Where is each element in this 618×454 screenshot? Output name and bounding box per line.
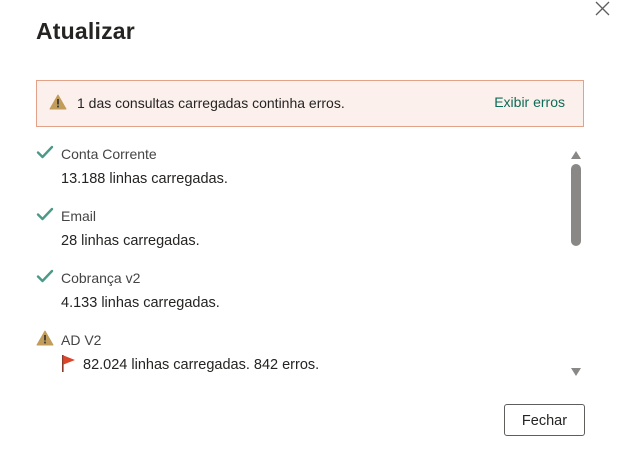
list-item: Email 28 linhas carregadas.	[36, 202, 556, 258]
checkmark-icon	[36, 268, 54, 284]
query-detail: 4.133 linhas carregadas.	[61, 295, 220, 311]
list-item: Cobrança v2 4.133 linhas carregadas.	[36, 264, 556, 320]
view-errors-link[interactable]: Exibir erros	[494, 94, 565, 110]
query-name: Email	[61, 208, 97, 224]
flag-icon	[61, 354, 77, 374]
list-item: AD V2 82.024 linhas carregadas. 842 erro…	[36, 326, 556, 380]
list-scrollbar[interactable]	[568, 145, 584, 377]
warning-icon	[36, 330, 54, 346]
dialog-title: Atualizar	[36, 18, 135, 44]
close-icon[interactable]	[592, 0, 614, 20]
query-detail: 82.024 linhas carregadas. 842 erros.	[83, 357, 320, 373]
query-name: Conta Corrente	[61, 146, 157, 162]
query-detail: 28 linhas carregadas.	[61, 233, 200, 249]
close-button[interactable]: Fechar	[504, 404, 585, 436]
refresh-dialog: Atualizar 1 das consultas carregadas con…	[0, 0, 618, 454]
list-item: Conta Corrente 13.188 linhas carregadas.	[36, 140, 556, 196]
checkmark-icon	[36, 144, 54, 160]
error-banner: 1 das consultas carregadas continha erro…	[36, 80, 584, 127]
query-detail: 13.188 linhas carregadas.	[61, 171, 228, 187]
scroll-up-arrow-icon[interactable]	[570, 147, 582, 159]
query-list: Conta Corrente 13.188 linhas carregadas.…	[36, 140, 560, 380]
warning-icon	[49, 94, 67, 110]
query-name: AD V2	[61, 332, 102, 348]
scrollbar-thumb[interactable]	[571, 164, 581, 246]
query-name: Cobrança v2	[61, 270, 141, 286]
banner-message: 1 das consultas carregadas continha erro…	[77, 95, 345, 111]
scroll-down-arrow-icon[interactable]	[570, 364, 582, 376]
checkmark-icon	[36, 206, 54, 222]
